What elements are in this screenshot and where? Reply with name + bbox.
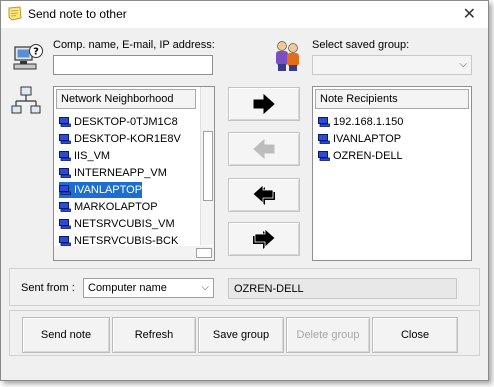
title-bar: Send note to other ✕ bbox=[1, 1, 488, 28]
recipient-item-label: 192.168.1.150 bbox=[333, 116, 404, 128]
computer-question-icon: ? bbox=[13, 44, 43, 70]
recipients-list-header[interactable]: Note Recipients bbox=[315, 89, 469, 109]
chevron-down-icon: ⌵ bbox=[201, 282, 209, 293]
network-list[interactable]: Network Neighborhood DESKTOP-0TJM1C8 DESK… bbox=[53, 86, 215, 261]
recipient-list-item[interactable]: 192.168.1.150 bbox=[318, 114, 403, 130]
computer-icon bbox=[59, 202, 71, 212]
left-arrow-icon bbox=[253, 139, 275, 159]
network-vertical-scrollbar[interactable] bbox=[200, 87, 214, 245]
network-list-item[interactable]: DESKTOP-0TJM1C8 bbox=[59, 114, 178, 130]
address-label: Comp. name, E-mail, IP address: bbox=[53, 39, 215, 51]
network-item-label: IVANLAPTOP bbox=[74, 184, 143, 196]
network-list-item[interactable]: INTERNEAPP_VM bbox=[59, 165, 167, 181]
recipient-item-label: IVANLAPTOP bbox=[333, 133, 402, 145]
computer-icon bbox=[59, 219, 71, 229]
save-group-button[interactable]: Save group bbox=[198, 317, 284, 353]
saved-group-dropdown[interactable]: ⌵ bbox=[312, 55, 472, 75]
network-item-label: INTERNEAPP_VM bbox=[74, 167, 167, 179]
refresh-button[interactable]: Refresh bbox=[112, 317, 196, 353]
remove-all-recipients-button[interactable] bbox=[228, 178, 300, 212]
network-item-label: IIS_VM bbox=[74, 150, 111, 162]
note-icon bbox=[8, 6, 22, 21]
address-input[interactable] bbox=[53, 55, 213, 75]
group-users-icon bbox=[276, 41, 299, 71]
network-horizontal-scrollbar[interactable] bbox=[54, 246, 214, 260]
computer-icon bbox=[318, 117, 330, 127]
send-note-dialog: Send note to other ✕ ? Comp. name, E-mai… bbox=[0, 0, 489, 381]
network-item-label: DESKTOP-KOR1E8V bbox=[74, 133, 181, 145]
scroll-thumb[interactable] bbox=[196, 248, 212, 258]
computer-icon bbox=[59, 168, 71, 178]
close-button[interactable]: Close bbox=[372, 317, 458, 353]
computer-icon bbox=[59, 134, 71, 144]
send-note-button[interactable]: Send note bbox=[22, 317, 110, 353]
sent-from-dropdown[interactable]: Computer name ⌵ bbox=[83, 278, 214, 298]
sent-from-label: Sent from : bbox=[21, 282, 75, 294]
network-list-item[interactable]: MARKOLAPTOP bbox=[59, 199, 158, 215]
network-list-item[interactable]: DESKTOP-KOR1E8V bbox=[59, 131, 181, 147]
delete-group-button[interactable]: Delete group bbox=[286, 317, 370, 353]
computer-icon bbox=[59, 117, 71, 127]
network-list-item[interactable]: IVANLAPTOP bbox=[59, 182, 143, 198]
computer-icon bbox=[59, 185, 71, 195]
computer-icon bbox=[318, 151, 330, 161]
recipient-list-item[interactable]: OZREN-DELL bbox=[318, 148, 403, 164]
recipient-list-item[interactable]: IVANLAPTOP bbox=[318, 131, 401, 147]
computer-icon bbox=[59, 236, 71, 246]
computer-icon bbox=[318, 134, 330, 144]
double-left-arrow-icon bbox=[252, 184, 275, 205]
double-right-arrow-icon bbox=[253, 228, 276, 249]
window-title: Send note to other bbox=[28, 7, 127, 21]
computer-icon bbox=[59, 151, 71, 161]
chevron-down-icon: ⌵ bbox=[459, 59, 467, 70]
sent-from-selected: Computer name bbox=[88, 282, 167, 294]
recipient-item-label: OZREN-DELL bbox=[333, 150, 403, 162]
network-list-item[interactable]: IIS_VM bbox=[59, 148, 110, 164]
remove-recipient-button[interactable] bbox=[228, 132, 300, 166]
network-item-label: NETSRVCUBIS_VM bbox=[74, 218, 175, 230]
network-list-item[interactable]: NETSRVCUBIS_VM bbox=[59, 216, 175, 232]
sender-name-display: OZREN-DELL bbox=[228, 278, 457, 299]
network-list-header[interactable]: Network Neighborhood bbox=[56, 89, 196, 109]
add-all-recipients-button[interactable] bbox=[228, 222, 300, 256]
network-icon bbox=[11, 86, 41, 114]
svg-text:?: ? bbox=[33, 47, 39, 58]
network-item-label: DESKTOP-0TJM1C8 bbox=[74, 116, 178, 128]
close-icon[interactable]: ✕ bbox=[463, 4, 476, 23]
recipients-list[interactable]: Note Recipients 192.168.1.150 IVANLAPTOP O… bbox=[312, 86, 472, 261]
saved-group-label: Select saved group: bbox=[312, 39, 410, 51]
add-recipient-button[interactable] bbox=[228, 87, 300, 121]
right-arrow-icon bbox=[253, 94, 275, 114]
network-item-label: MARKOLAPTOP bbox=[74, 201, 158, 213]
scroll-thumb[interactable] bbox=[203, 131, 213, 201]
